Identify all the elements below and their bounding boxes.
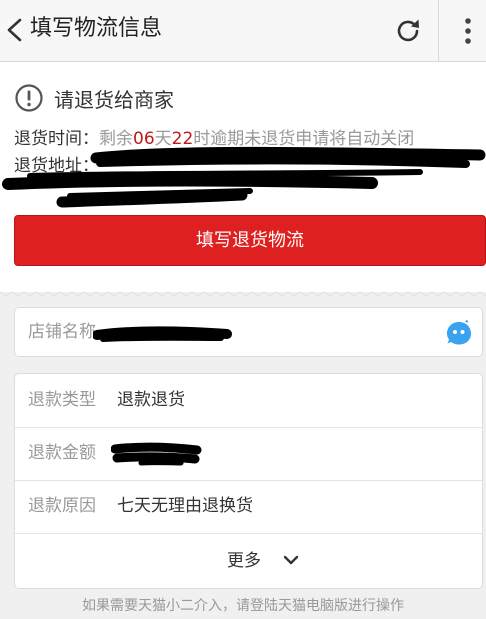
refund-reason-label: 退款原因 — [28, 496, 96, 516]
zigzag-divider — [0, 288, 486, 297]
redacted-address — [2, 146, 486, 208]
chat-bubble-icon[interactable] — [445, 319, 473, 347]
refund-amount-label: 退款金额 — [28, 443, 96, 463]
chevron-down-icon — [283, 555, 299, 565]
shop-card[interactable]: 店铺名称 — [14, 307, 483, 357]
refund-info-card: 退款类型 退款退货 退款金额 退款原因 七天无理由退换货 更多 — [14, 373, 483, 589]
footer-note: 如果需要天猫小二介入，请登陆天猫电脑版进行操作 — [82, 598, 404, 614]
return-notice-panel: 请退货给商家 退货时间：剩余06天22时逾期未退货申请将自动关闭 退货地址： 填… — [0, 62, 486, 288]
chevron-left-icon — [7, 18, 22, 42]
vertical-dots-icon — [465, 18, 471, 44]
app-header: 填写物流信息 — [0, 0, 486, 62]
overflow-menu-button[interactable] — [450, 14, 486, 48]
shop-name-label: 店铺名称 — [28, 322, 96, 342]
redacted-refund-amount — [111, 442, 202, 466]
refund-type-row: 退款类型 退款退货 — [15, 374, 482, 428]
refund-type-value: 退款退货 — [117, 390, 185, 410]
refresh-button[interactable] — [392, 15, 424, 47]
header-divider — [438, 0, 439, 61]
redacted-shop-name — [93, 326, 232, 342]
show-more-button[interactable]: 更多 — [15, 534, 482, 588]
page-title: 填写物流信息 — [30, 16, 163, 41]
back-button[interactable] — [4, 15, 26, 45]
refund-amount-row: 退款金额 — [15, 427, 482, 481]
refresh-icon — [397, 19, 419, 42]
fill-return-logistics-button[interactable]: 填写退货物流 — [14, 215, 486, 266]
refund-type-label: 退款类型 — [28, 390, 96, 410]
show-more-label: 更多 — [227, 551, 261, 571]
refund-reason-value: 七天无理由退换货 — [117, 496, 253, 516]
refund-reason-row: 退款原因 七天无理由退换货 — [15, 480, 482, 534]
